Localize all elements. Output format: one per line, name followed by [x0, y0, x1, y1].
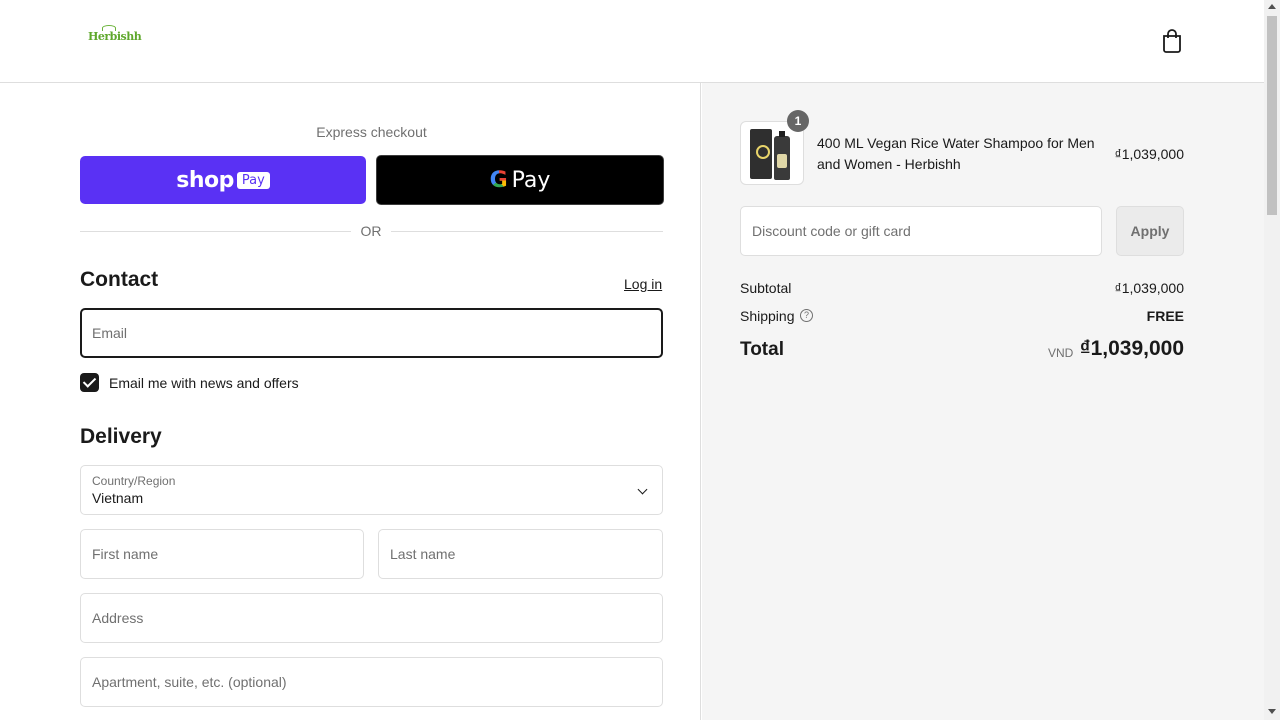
- scroll-up-arrow-icon[interactable]: [1268, 4, 1276, 9]
- total-value: ₫1,039,000: [1079, 337, 1184, 360]
- chevron-down-icon: [637, 484, 648, 495]
- newsletter-label[interactable]: Email me with news and offers: [109, 375, 299, 391]
- scroll-down-arrow-icon[interactable]: [1268, 709, 1276, 714]
- google-g-icon: G: [489, 167, 508, 193]
- shopping-bag-icon[interactable]: [1161, 29, 1183, 53]
- store-logo[interactable]: Herbishh: [88, 25, 142, 43]
- discount-code-input[interactable]: Discount code or gift card: [740, 206, 1102, 256]
- country-value: Vietnam: [92, 490, 144, 506]
- product-box-image: [750, 129, 772, 179]
- scrollbar-thumb[interactable]: [1267, 16, 1277, 215]
- product-price: ₫1,039,000: [1114, 146, 1184, 162]
- address-placeholder: Address: [92, 610, 144, 626]
- shop-pay-button[interactable]: shop Pay: [80, 156, 366, 204]
- quantity-badge: 1: [787, 110, 809, 132]
- country-select[interactable]: Country/Region Vietnam: [80, 465, 663, 515]
- apartment-placeholder: Apartment, suite, etc. (optional): [92, 674, 287, 690]
- checkout-form-panel: Express checkout shop Pay G Pay OR Conta…: [0, 83, 701, 720]
- subtotal-label: Subtotal: [740, 280, 792, 296]
- product-bottle-image: [774, 131, 790, 180]
- or-label: OR: [351, 223, 391, 239]
- first-name-field[interactable]: First name: [80, 529, 364, 579]
- last-name-field[interactable]: Last name: [378, 529, 663, 579]
- express-checkout-title: Express checkout: [316, 124, 427, 140]
- discount-placeholder: Discount code or gift card: [752, 223, 911, 239]
- shipping-value: FREE: [1146, 308, 1184, 324]
- currency-code: VND: [1048, 346, 1074, 360]
- contact-heading: Contact: [80, 268, 159, 291]
- address-field[interactable]: Address: [80, 593, 663, 643]
- product-name: 400 ML Vegan Rice Water Shampoo for Men …: [817, 135, 1095, 172]
- country-label: Country/Region: [92, 474, 176, 488]
- logo-leaf-icon: [102, 25, 116, 31]
- google-pay-label: Pay: [511, 167, 551, 193]
- shop-pay-badge: Pay: [236, 171, 270, 189]
- login-link[interactable]: Log in: [624, 276, 662, 292]
- last-name-placeholder: Last name: [390, 546, 456, 562]
- email-placeholder: Email: [92, 325, 128, 341]
- total-label: Total: [740, 339, 784, 360]
- shipping-label: Shipping: [740, 308, 795, 324]
- email-field[interactable]: Email: [80, 308, 663, 358]
- site-header: Herbishh: [0, 0, 1264, 83]
- apply-discount-button[interactable]: Apply: [1116, 206, 1184, 256]
- newsletter-checkbox[interactable]: [80, 373, 99, 392]
- shop-pay-wordmark: shop: [176, 167, 234, 193]
- first-name-placeholder: First name: [92, 546, 159, 562]
- order-summary-panel: 1 400 ML Vegan Rice Water Shampoo for Me…: [702, 83, 1264, 720]
- google-pay-button[interactable]: G Pay: [376, 155, 664, 205]
- apartment-field[interactable]: Apartment, suite, etc. (optional): [80, 657, 663, 707]
- help-circle-icon[interactable]: ?: [800, 309, 813, 322]
- logo-text: Herbishh: [88, 30, 142, 43]
- delivery-heading: Delivery: [80, 425, 162, 448]
- subtotal-value: ₫1,039,000: [1114, 280, 1184, 296]
